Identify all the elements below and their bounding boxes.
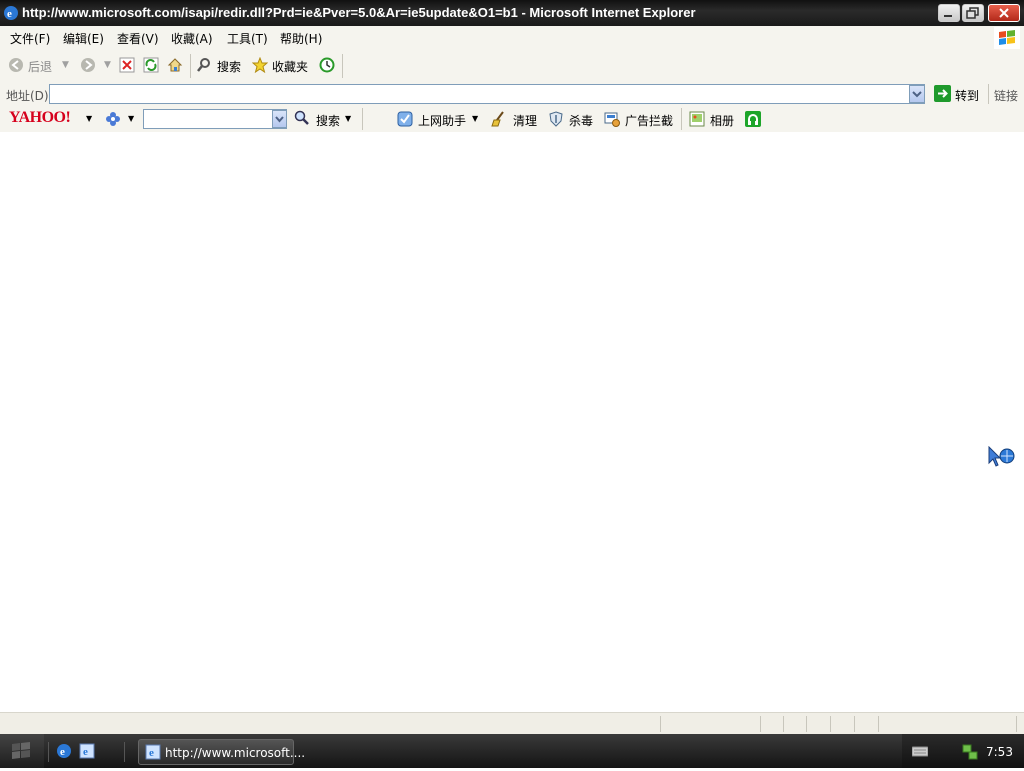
ie-quicklaunch-icon[interactable]: e — [56, 743, 72, 759]
yahoo-flower-icon[interactable] — [105, 111, 121, 127]
menu-edit[interactable]: 编辑(E) — [63, 30, 104, 47]
title-bar: e http://www.microsoft.com/isapi/redir.d… — [0, 0, 1024, 26]
forward-arrow-icon[interactable] — [80, 57, 96, 73]
address-bar: 地址(D) 转到 链接 — [0, 82, 1024, 107]
back-dropdown-icon[interactable]: ▼ — [62, 60, 69, 70]
taskbar-separator — [48, 742, 49, 762]
status-separator — [878, 716, 879, 732]
status-separator — [760, 716, 761, 732]
standard-toolbar: 后退 ▼ ▼ 搜索 收藏夹 — [0, 50, 1024, 83]
yahoo-toolbar: YAHOO! ▼ ▼ 搜索 ▼ 上网助手 ▼ 清理 杀毒 广告拦截 相册 — [0, 106, 1024, 133]
assistant-button[interactable]: 上网助手 — [418, 112, 466, 129]
yahoo-search-icon[interactable] — [294, 110, 310, 126]
address-input[interactable] — [49, 84, 925, 104]
windows-flag-icon — [999, 30, 1015, 45]
system-tray: 7:53 — [902, 734, 1024, 768]
menu-bar: 文件(F) 编辑(E) 查看(V) 收藏(A) 工具(T) 帮助(H) — [0, 26, 1024, 51]
forward-dropdown-icon[interactable]: ▼ — [104, 60, 111, 70]
restore-icon — [966, 7, 979, 19]
photo-album-button[interactable]: 相册 — [710, 112, 734, 129]
status-separator — [783, 716, 784, 732]
close-button[interactable] — [988, 4, 1020, 22]
go-arrow-icon[interactable] — [934, 85, 951, 102]
status-separator — [854, 716, 855, 732]
links-button[interactable]: 链接 — [994, 87, 1018, 104]
page-content[interactable] — [0, 132, 1024, 712]
close-icon — [999, 8, 1009, 18]
address-dropdown[interactable] — [909, 85, 925, 103]
status-separator — [830, 716, 831, 732]
search-button[interactable]: 搜索 — [217, 58, 241, 75]
taskbar-separator — [124, 742, 125, 762]
yahoo-flower-dropdown-icon[interactable]: ▼ — [128, 114, 134, 123]
ad-block-icon[interactable] — [604, 111, 620, 127]
busy-cursor-icon — [988, 446, 1015, 467]
yahoo-search-button[interactable]: 搜索 — [316, 112, 340, 129]
window-title: http://www.microsoft.com/isapi/redir.dll… — [22, 5, 696, 20]
restore-button[interactable] — [962, 4, 984, 22]
network-icon[interactable] — [962, 744, 978, 760]
address-label: 地址(D) — [6, 89, 49, 103]
yahoo-search-dropdown[interactable] — [272, 110, 287, 128]
refresh-icon[interactable] — [143, 57, 159, 73]
status-separator — [660, 716, 661, 732]
status-separator — [1016, 716, 1017, 732]
clean-button[interactable]: 清理 — [513, 112, 537, 129]
shield-icon[interactable] — [548, 111, 564, 127]
menu-help[interactable]: 帮助(H) — [280, 30, 322, 47]
minimize-icon — [944, 15, 952, 17]
toolbar-separator — [362, 108, 363, 130]
taskbar: e e e http://www.microsoft.... 7:53 — [0, 734, 1024, 768]
yahoo-menu-dropdown-icon[interactable]: ▼ — [86, 114, 92, 123]
yahoo-search-input[interactable] — [143, 109, 287, 129]
headphones-icon[interactable] — [745, 111, 761, 127]
svg-text:e: e — [149, 747, 154, 759]
minimize-button[interactable] — [938, 4, 960, 22]
go-button[interactable]: 转到 — [955, 87, 979, 104]
status-bar — [0, 712, 1024, 735]
status-separator — [806, 716, 807, 732]
ad-block-button[interactable]: 广告拦截 — [625, 112, 673, 129]
favorites-button[interactable]: 收藏夹 — [272, 58, 308, 75]
home-icon[interactable] — [167, 57, 183, 73]
menu-favorites[interactable]: 收藏(A) — [171, 30, 213, 47]
antivirus-button[interactable]: 杀毒 — [569, 112, 593, 129]
toolbar-separator — [342, 54, 343, 78]
windows-flag-icon — [12, 742, 30, 759]
history-icon[interactable] — [319, 57, 335, 73]
back-button[interactable]: 后退 — [28, 58, 52, 75]
svg-text:e: e — [60, 746, 65, 758]
svg-text:e: e — [83, 746, 88, 758]
ie-quicklaunch-icon-2[interactable]: e — [79, 743, 95, 759]
favorites-star-icon[interactable] — [252, 57, 268, 73]
yahoo-search-dropdown-icon[interactable]: ▼ — [345, 114, 351, 123]
stop-icon[interactable] — [119, 57, 135, 73]
menu-tools[interactable]: 工具(T) — [227, 30, 268, 47]
start-button[interactable] — [0, 734, 44, 768]
assistant-icon[interactable] — [397, 111, 413, 127]
svg-text:e: e — [7, 8, 12, 20]
chevron-down-icon — [275, 116, 284, 123]
menu-view[interactable]: 查看(V) — [117, 30, 159, 47]
menu-file[interactable]: 文件(F) — [10, 30, 50, 47]
toolbar-separator — [681, 108, 682, 130]
toolbar-separator — [988, 84, 989, 104]
toolbar-separator — [190, 54, 191, 78]
back-arrow-icon[interactable] — [8, 57, 24, 73]
taskbar-window-label: http://www.microsoft.... — [165, 746, 306, 760]
ie-icon: e — [4, 6, 18, 20]
broom-icon[interactable] — [491, 111, 507, 127]
taskbar-window-button[interactable]: e http://www.microsoft.... — [138, 739, 305, 765]
clock[interactable]: 7:53 — [986, 745, 1013, 759]
yahoo-logo[interactable]: YAHOO! — [9, 109, 71, 127]
assistant-dropdown-icon[interactable]: ▼ — [472, 114, 478, 123]
chevron-down-icon — [912, 91, 922, 98]
search-icon[interactable] — [196, 57, 212, 73]
photo-album-icon[interactable] — [689, 111, 705, 127]
ie-icon: e — [145, 744, 161, 760]
keyboard-icon[interactable] — [912, 745, 928, 757]
windows-logo — [994, 27, 1020, 49]
